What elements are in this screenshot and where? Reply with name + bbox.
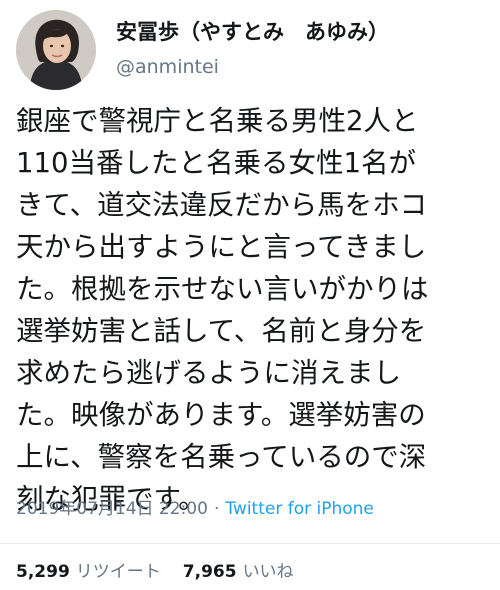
meta-separator: · (213, 499, 220, 519)
tweet-text-line: 銀座で警視庁と名乗る男性2人と (16, 105, 419, 137)
tweet-stats: 5,299 リツイート 7,965 いいね (16, 560, 294, 584)
retweet-label: リツイート (75, 562, 161, 582)
like-label: いいね (242, 562, 294, 582)
retweet-stat[interactable]: 5,299 リツイート (16, 562, 161, 582)
user-names: 安冨歩（やすとみ あゆみ） @anmintei (116, 18, 389, 80)
tweet-text-line: 上に、警察を名乗っているので深 (16, 441, 427, 473)
tweet-card: 安冨歩（やすとみ あゆみ） @anmintei 銀座で警視庁と名乗る男性2人と … (0, 0, 500, 590)
tweet-text-line: 求めたら逃げるように消えまし (16, 357, 401, 389)
retweet-count: 5,299 (16, 562, 70, 582)
tweet-timestamp[interactable]: 2019年07月14日 22:00 (16, 499, 208, 519)
tweet-text-line: た。根拠を示せない言いがかりは (16, 273, 429, 305)
tweet-text-line: 110当番したと名乗る女性1名が (16, 147, 416, 179)
tweet-meta: 2019年07月14日 22:00 · Twitter for iPhone (16, 497, 374, 521)
tweet-source-link[interactable]: Twitter for iPhone (225, 499, 374, 519)
tweet-text: 銀座で警視庁と名乗る男性2人と 110当番したと名乗る女性1名が きて、道交法違… (16, 100, 488, 520)
divider (0, 543, 500, 544)
tweet-text-line: 選挙妨害と話して、名前と身分を (16, 315, 427, 347)
tweet-text-line: た。映像があります。選挙妨害の (16, 399, 426, 431)
tweet-header: 安冨歩（やすとみ あゆみ） @anmintei (16, 10, 486, 90)
tweet-text-line: 天から出すようにと言ってきまし (16, 231, 427, 263)
user-handle[interactable]: @anmintei (116, 54, 389, 80)
profile-photo-icon (16, 10, 96, 90)
like-count: 7,965 (182, 562, 237, 582)
like-stat[interactable]: 7,965 いいね (183, 562, 294, 582)
avatar[interactable] (16, 10, 96, 90)
display-name[interactable]: 安冨歩（やすとみ あゆみ） (116, 18, 389, 46)
tweet-text-line: きて、道交法違反だから馬をホコ (16, 189, 428, 221)
